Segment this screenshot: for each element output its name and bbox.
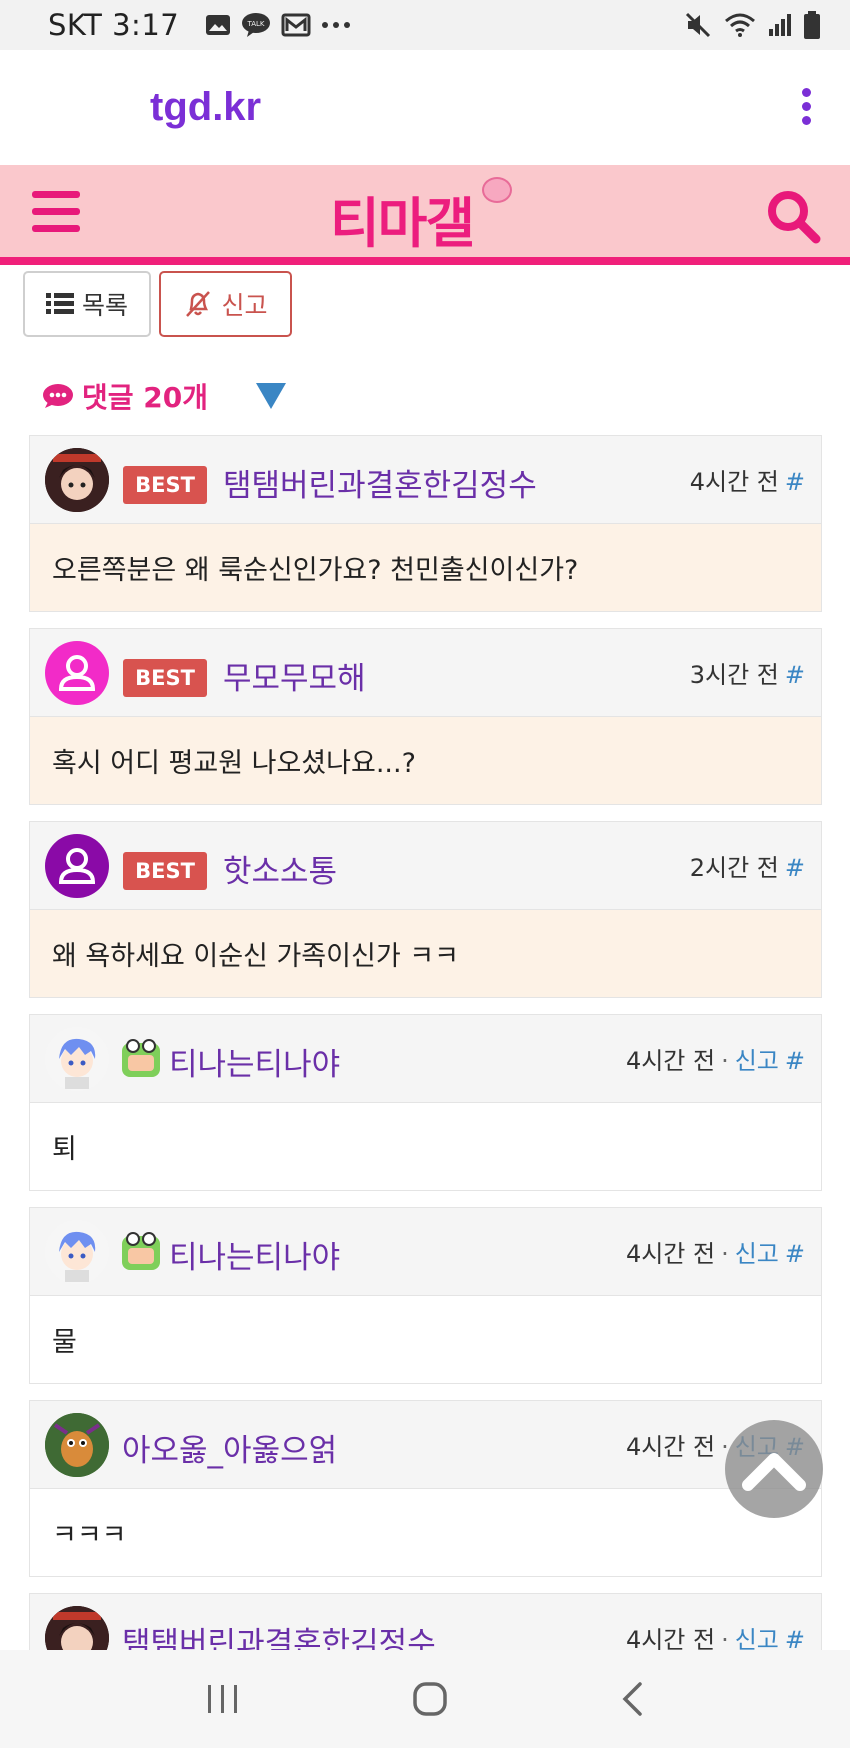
comment-time: 4시간 전: [625, 1047, 716, 1075]
bell-slash-icon: [186, 291, 211, 317]
comment-report-link[interactable]: 신고: [735, 1240, 779, 1268]
comment-meta: 4시간 전·신고#: [626, 1234, 805, 1269]
comment-body: 왜 욕하세요 이순신 가족이신가 ㅋㅋ: [30, 910, 821, 997]
gallery-icon: [206, 15, 231, 35]
list-button[interactable]: 목록: [23, 271, 151, 337]
best-badge: BEST: [123, 466, 207, 504]
comment-nickname[interactable]: 티나는티나야: [169, 1039, 340, 1084]
report-button-label: 신고: [221, 291, 268, 320]
scroll-to-top-button[interactable]: [725, 1420, 823, 1518]
comment-body: ㅋㅋㅋ: [52, 1520, 127, 1551]
comment-nickname[interactable]: 탬탬버린과결혼한김정수: [223, 460, 537, 505]
permalink-link[interactable]: #: [785, 854, 805, 882]
avatar[interactable]: [45, 1413, 109, 1477]
avatar[interactable]: [45, 448, 109, 512]
meta-separator: ·: [721, 1047, 729, 1075]
comment-item: 아오옳_아옳으얽 4시간 전·신고# ㅋㅋㅋ: [29, 1400, 822, 1577]
status-bar: SKT 3:17 TALK: [0, 0, 850, 50]
permalink-link[interactable]: #: [785, 468, 805, 496]
comment-time: 4시간 전: [689, 468, 779, 496]
comment-meta: 4시간 전·신고#: [626, 1041, 805, 1076]
best-badge: BEST: [123, 852, 207, 890]
comment-body: 퇴: [52, 1134, 77, 1165]
mail-icon: [281, 13, 311, 37]
comment-body: 혹시 어디 평교원 나오셨나요...?: [30, 717, 821, 804]
comment-time: 3시간 전: [689, 661, 779, 689]
avatar[interactable]: [45, 1027, 109, 1091]
battery-icon: [804, 11, 820, 39]
comment-item: BEST 핫소소통 2시간 전 # 왜 욕하세요 이순신 가족이신가 ㅋㅋ: [29, 821, 822, 998]
best-badge: BEST: [123, 659, 207, 697]
comment-nickname[interactable]: 핫소소통: [223, 846, 337, 891]
comment-count: 댓글 20개: [82, 381, 208, 414]
comment-item: 티나는티나야 4시간 전 · 신고 # 물: [29, 1207, 822, 1384]
list-icon: [45, 293, 74, 314]
home-icon[interactable]: [412, 1681, 448, 1717]
url-text[interactable]: tgd.kr: [150, 85, 261, 130]
system-nav-bar: [0, 1650, 850, 1748]
wifi-icon: [725, 13, 755, 37]
talk-icon: TALK: [242, 13, 271, 37]
hamburger-menu-icon[interactable]: [32, 191, 80, 233]
back-icon[interactable]: [620, 1681, 644, 1717]
comment-body: 물: [52, 1327, 77, 1358]
avatar[interactable]: [45, 834, 109, 898]
comment-nickname[interactable]: 아오옳_아옳으얽: [122, 1425, 337, 1470]
comment-meta: 2시간 전 #: [690, 848, 805, 883]
permalink-link[interactable]: #: [785, 1047, 805, 1075]
comment-report-link[interactable]: 신고: [735, 1047, 779, 1075]
comment-meta: 3시간 전 #: [690, 655, 805, 690]
comment-time: 4시간 전: [625, 1240, 716, 1268]
comment-item: 티나는티나야 4시간 전 · 신고 # 퇴: [29, 1014, 822, 1191]
avatar[interactable]: [45, 1220, 109, 1284]
comments-header[interactable]: 댓글 20개: [42, 376, 286, 416]
browser-url-bar[interactable]: tgd.kr: [0, 50, 850, 165]
comment-time: 2시간 전: [689, 854, 779, 882]
browser-menu-icon[interactable]: [802, 88, 812, 125]
avatar[interactable]: [45, 641, 109, 705]
comment-item: BEST 탬탬버린과결혼한김정수 4시간 전 # 오른쪽분은 왜 룩순신인가요? …: [29, 435, 822, 612]
site-header: 티마갤: [0, 165, 850, 265]
frog-level-icon: [122, 1039, 160, 1077]
carrier-time: SKT 3:17: [48, 8, 180, 42]
comment-item: BEST 무모무모해 3시간 전 # 혹시 어디 평교원 나오셨나요...?: [29, 628, 822, 805]
site-logo[interactable]: 티마갤: [330, 179, 475, 258]
permalink-link[interactable]: #: [785, 661, 805, 689]
comment-body: 오른쪽분은 왜 룩순신인가요? 천민출신이신가?: [30, 524, 821, 611]
comment-meta: 4시간 전 #: [690, 462, 805, 497]
more-icon: [322, 22, 351, 28]
report-button[interactable]: 신고: [159, 271, 292, 337]
frog-level-icon: [122, 1232, 160, 1270]
comment-bubble-icon: [43, 384, 73, 408]
collapse-toggle-icon[interactable]: [256, 383, 286, 409]
pig-logo-icon: [482, 177, 512, 203]
search-icon[interactable]: [764, 187, 822, 245]
svg-text:TALK: TALK: [247, 20, 265, 28]
meta-separator: ·: [721, 1240, 729, 1268]
list-button-label: 목록: [81, 291, 128, 320]
comment-nickname[interactable]: 티나는티나야: [169, 1232, 340, 1277]
comment-nickname[interactable]: 무모무모해: [223, 653, 366, 698]
mute-icon: [685, 12, 711, 38]
permalink-link[interactable]: #: [785, 1240, 805, 1268]
signal-icon: [769, 14, 791, 36]
recents-icon[interactable]: [206, 1684, 240, 1714]
comment-time: 4시간 전: [625, 1433, 716, 1461]
chevron-up-icon: [742, 1453, 806, 1491]
